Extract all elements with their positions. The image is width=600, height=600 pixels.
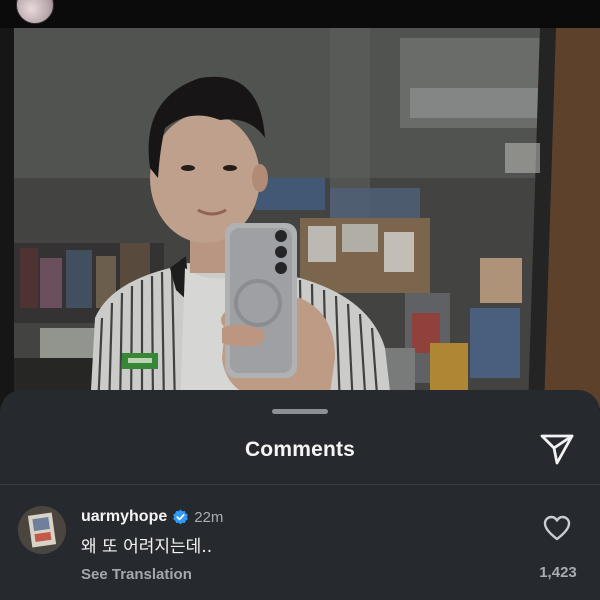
commenter-avatar[interactable] [18,506,66,554]
like-count: 1,423 [539,564,577,581]
comment-timestamp: 22m [194,508,224,526]
see-translation-link[interactable]: See Translation [81,566,192,583]
heart-outline-icon [543,515,571,541]
share-button[interactable] [538,430,576,468]
sheet-divider [0,484,600,485]
post-photo[interactable] [0,28,600,408]
avatar-image [18,506,66,554]
comments-sheet: Comments uarmyhope 22m 왜 또 어려지는데.. See T… [0,390,600,600]
top-avatar[interactable] [16,0,54,24]
comments-title: Comments [244,438,356,461]
mirror-selfie-illustration [0,28,600,408]
like-button[interactable] [542,514,572,542]
sheet-drag-handle[interactable] [272,409,328,414]
comment-item: uarmyhope 22m 왜 또 어려지는데.. See Translatio… [0,500,600,590]
comment-text: 왜 또 어려지는데.. [81,537,213,557]
comment-username[interactable]: uarmyhope [81,508,167,526]
send-icon [540,434,574,465]
top-bar [0,0,600,28]
instagram-post-screen: Comments uarmyhope 22m 왜 또 어려지는데.. See T… [0,0,600,600]
verified-badge-icon [172,509,189,526]
comment-header: uarmyhope 22m [81,506,223,528]
